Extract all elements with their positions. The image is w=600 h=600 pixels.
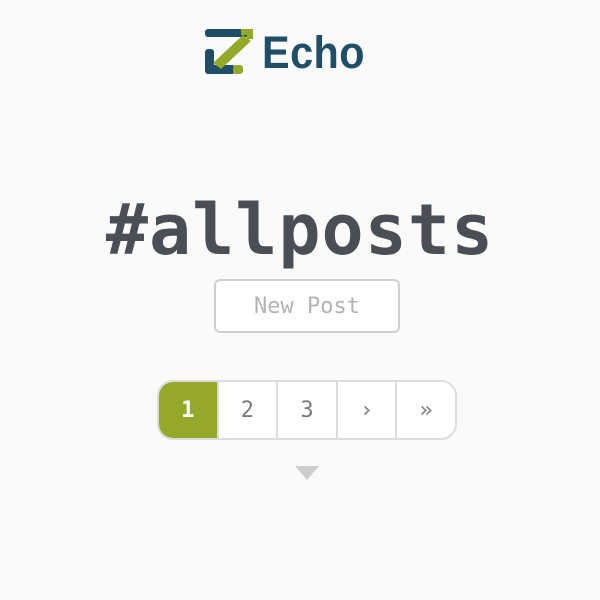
- brand-name: Echo: [262, 26, 366, 78]
- page-button-1[interactable]: 1: [159, 382, 217, 438]
- chevron-down-icon[interactable]: [295, 466, 319, 480]
- page-button-2[interactable]: 2: [216, 382, 277, 438]
- echo-logo-icon: [205, 29, 253, 74]
- new-post-button[interactable]: New Post: [214, 279, 400, 333]
- pagination: 1 2 3 › »: [157, 380, 457, 440]
- page-title: #allposts: [105, 188, 495, 271]
- page-button-3[interactable]: 3: [276, 382, 336, 438]
- next-page-button[interactable]: ›: [335, 382, 396, 438]
- last-page-button[interactable]: »: [395, 382, 455, 438]
- logo[interactable]: Echo: [203, 24, 374, 80]
- page: Echo #allposts New Post 1 2 3 › »: [0, 0, 600, 600]
